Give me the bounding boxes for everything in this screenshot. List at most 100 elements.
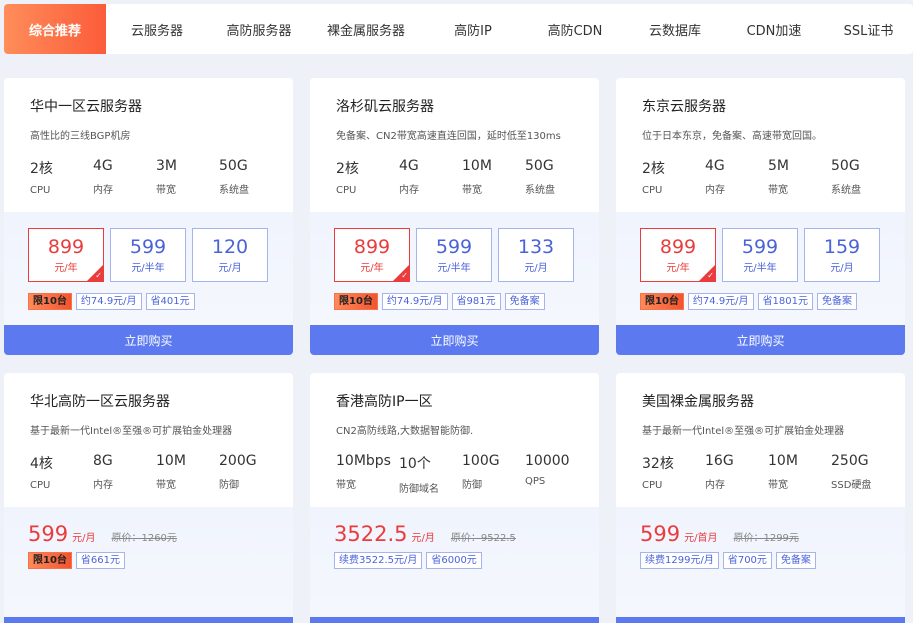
buy-now-button[interactable]: 立即购买 <box>616 617 905 623</box>
spec-disk: 50G 系统盘 <box>219 158 282 196</box>
tag-list: 限10台 约74.9元/月 省981元 免备案 <box>334 293 599 310</box>
price-amount: 899 <box>659 236 697 258</box>
spec-label: 系统盘 <box>831 185 861 196</box>
price-option-yearly[interactable]: 899 元/年 ✓ <box>334 228 410 282</box>
promo-tag: 免备案 <box>504 293 545 310</box>
tab-cloud-db[interactable]: 云数据库 <box>626 4 724 54</box>
price-line: 3522.5 元/月 原价：9522.5 <box>334 522 599 548</box>
price-option-half-year[interactable]: 599 元/半年 <box>722 228 798 282</box>
spec-value: 50G <box>219 158 248 174</box>
promo-tag: 续费3522.5元/月 <box>334 552 423 569</box>
promo-tag: 省981元 <box>451 293 501 310</box>
price-unit: 元/月 <box>411 533 435 544</box>
tab-recommended[interactable]: 综合推荐 <box>4 4 106 54</box>
card-description: CN2高防线路,大数据智能防御. <box>336 426 474 437</box>
buy-now-button[interactable]: 立即购买 <box>4 325 293 355</box>
spec-value: 10M <box>462 158 492 174</box>
price-unit: 元/首月 <box>684 533 718 544</box>
price-unit: 元/月 <box>218 263 242 274</box>
spec-value: 10M <box>768 453 798 469</box>
spec-value: 10个 <box>399 456 431 472</box>
promo-tag: 约74.9元/月 <box>381 293 448 310</box>
tab-ssl[interactable]: SSL证书 <box>824 4 913 54</box>
spec-bandwidth: 10M 带宽 <box>768 453 831 491</box>
product-card: 华北高防一区云服务器基于最新一代Intel®至强®可扩展铂金处理器 4核 CPU 8G… <box>4 373 293 623</box>
price-unit: 元/半年 <box>437 263 471 274</box>
spec-label: CPU <box>336 185 357 196</box>
price-option-monthly[interactable]: 133 元/月 <box>498 228 574 282</box>
spec-bandwidth: 10M 带宽 <box>462 158 525 196</box>
spec-memory: 10个防御域名 <box>399 453 462 495</box>
spec-value: 50G <box>525 158 554 174</box>
price-amount: 599 <box>129 236 167 258</box>
price-unit: 元/月 <box>830 263 854 274</box>
spec-value: 32核 <box>642 456 674 472</box>
spec-value: 8G <box>93 453 113 469</box>
spec-value: 4G <box>93 158 113 174</box>
spec-memory: 16G 内存 <box>705 453 768 491</box>
spec-value: 2核 <box>642 161 665 177</box>
spec-label: SSD硬盘 <box>831 480 872 491</box>
spec-label: 内存 <box>705 185 725 196</box>
price-option-monthly[interactable]: 120 元/月 <box>192 228 268 282</box>
spec-list: 10Mbps 带宽 10个 防御域名 100G 防御 10000 QPS <box>336 453 599 495</box>
spec-label: 内存 <box>93 480 113 491</box>
price-unit: 元/半年 <box>743 263 777 274</box>
tab-ddos-ip[interactable]: 高防IP <box>422 4 524 54</box>
tab-bare-metal[interactable]: 裸金属服务器 <box>310 4 422 54</box>
card-title: 华中一区云服务器 <box>30 99 142 115</box>
spec-label: 防御域名 <box>399 484 439 495</box>
tab-ddos-cdn[interactable]: 高防CDN <box>524 4 626 54</box>
spec-value: 5M <box>768 158 789 174</box>
card-header: 洛杉矶云服务器 免备案、CN2带宽高速直连回国，延时低至130ms 2核 CPU 4G 内… <box>310 78 599 212</box>
original-price: 原价：1299元 <box>733 533 799 544</box>
spec-label: CPU <box>642 185 663 196</box>
price-amount: 899 <box>353 236 391 258</box>
spec-label: CPU <box>30 185 51 196</box>
price-option-monthly[interactable]: 159 元/月 <box>804 228 880 282</box>
price-amount: 120 <box>211 236 249 258</box>
spec-label: 内存 <box>705 480 725 491</box>
limited-badge: 限10台 <box>640 293 684 310</box>
price-amount: 133 <box>517 236 555 258</box>
limited-badge: 限10台 <box>28 552 72 569</box>
product-tabs: 综合推荐 云服务器 高防服务器 裸金属服务器 高防IP 高防CDN 云数据库 CDN加速 SSL… <box>4 4 913 54</box>
price-option-half-year[interactable]: 599 元/半年 <box>110 228 186 282</box>
spec-cpu: 4核 CPU <box>30 453 93 491</box>
price-unit: 元/半年 <box>131 263 165 274</box>
promo-tag: 免备案 <box>817 293 858 310</box>
buy-now-button[interactable]: 立即购买 <box>4 617 293 623</box>
card-description: 基于最新一代Intel®至强®可扩展铂金处理器 <box>30 426 233 437</box>
tab-cloud-server[interactable]: 云服务器 <box>106 4 208 54</box>
spec-cpu: 2核 CPU <box>336 158 399 196</box>
promo-tag: 免备案 <box>775 552 816 569</box>
spec-label: 系统盘 <box>525 185 555 196</box>
tab-ddos-server[interactable]: 高防服务器 <box>208 4 310 54</box>
spec-value: 4G <box>399 158 419 174</box>
price-option-yearly[interactable]: 899 元/年 ✓ <box>640 228 716 282</box>
buy-now-button[interactable]: 立即购买 <box>616 325 905 355</box>
spec-bandwidth: 3M 带宽 <box>156 158 219 196</box>
price-option-yearly[interactable]: 899 元/年 ✓ <box>28 228 104 282</box>
spec-value: 100G <box>462 453 500 469</box>
current-price: 3522.5 <box>334 522 408 546</box>
buy-now-button[interactable]: 立即购买 <box>310 325 599 355</box>
spec-value: 250G <box>831 453 869 469</box>
spec-bandwidth: 10M 带宽 <box>156 453 219 491</box>
price-option-half-year[interactable]: 599 元/半年 <box>416 228 492 282</box>
card-title: 美国裸金属服务器 <box>642 394 754 410</box>
spec-value: 2核 <box>30 161 53 177</box>
price-options: 899 元/年 ✓ 599 元/半年 159 元/月 <box>640 228 905 282</box>
card-title: 华北高防一区云服务器 <box>30 394 170 410</box>
tab-cdn[interactable]: CDN加速 <box>724 4 824 54</box>
spec-value: 2核 <box>336 161 359 177</box>
card-description: 位于日本东京，免备案、高速带宽回国。 <box>642 131 822 142</box>
limited-badge: 限10台 <box>28 293 72 310</box>
buy-now-button[interactable]: 立即购买 <box>310 617 599 623</box>
card-header: 华中一区云服务器 高性比的三线BGP机房 2核 CPU 4G 内存 3M 带宽 50G 系统盘 <box>4 78 293 212</box>
price-amount: 599 <box>435 236 473 258</box>
spec-cpu: 2核 CPU <box>642 158 705 196</box>
spec-memory: 8G 内存 <box>93 453 156 491</box>
price-unit: 元/月 <box>72 533 96 544</box>
spec-memory: 4G 内存 <box>705 158 768 196</box>
